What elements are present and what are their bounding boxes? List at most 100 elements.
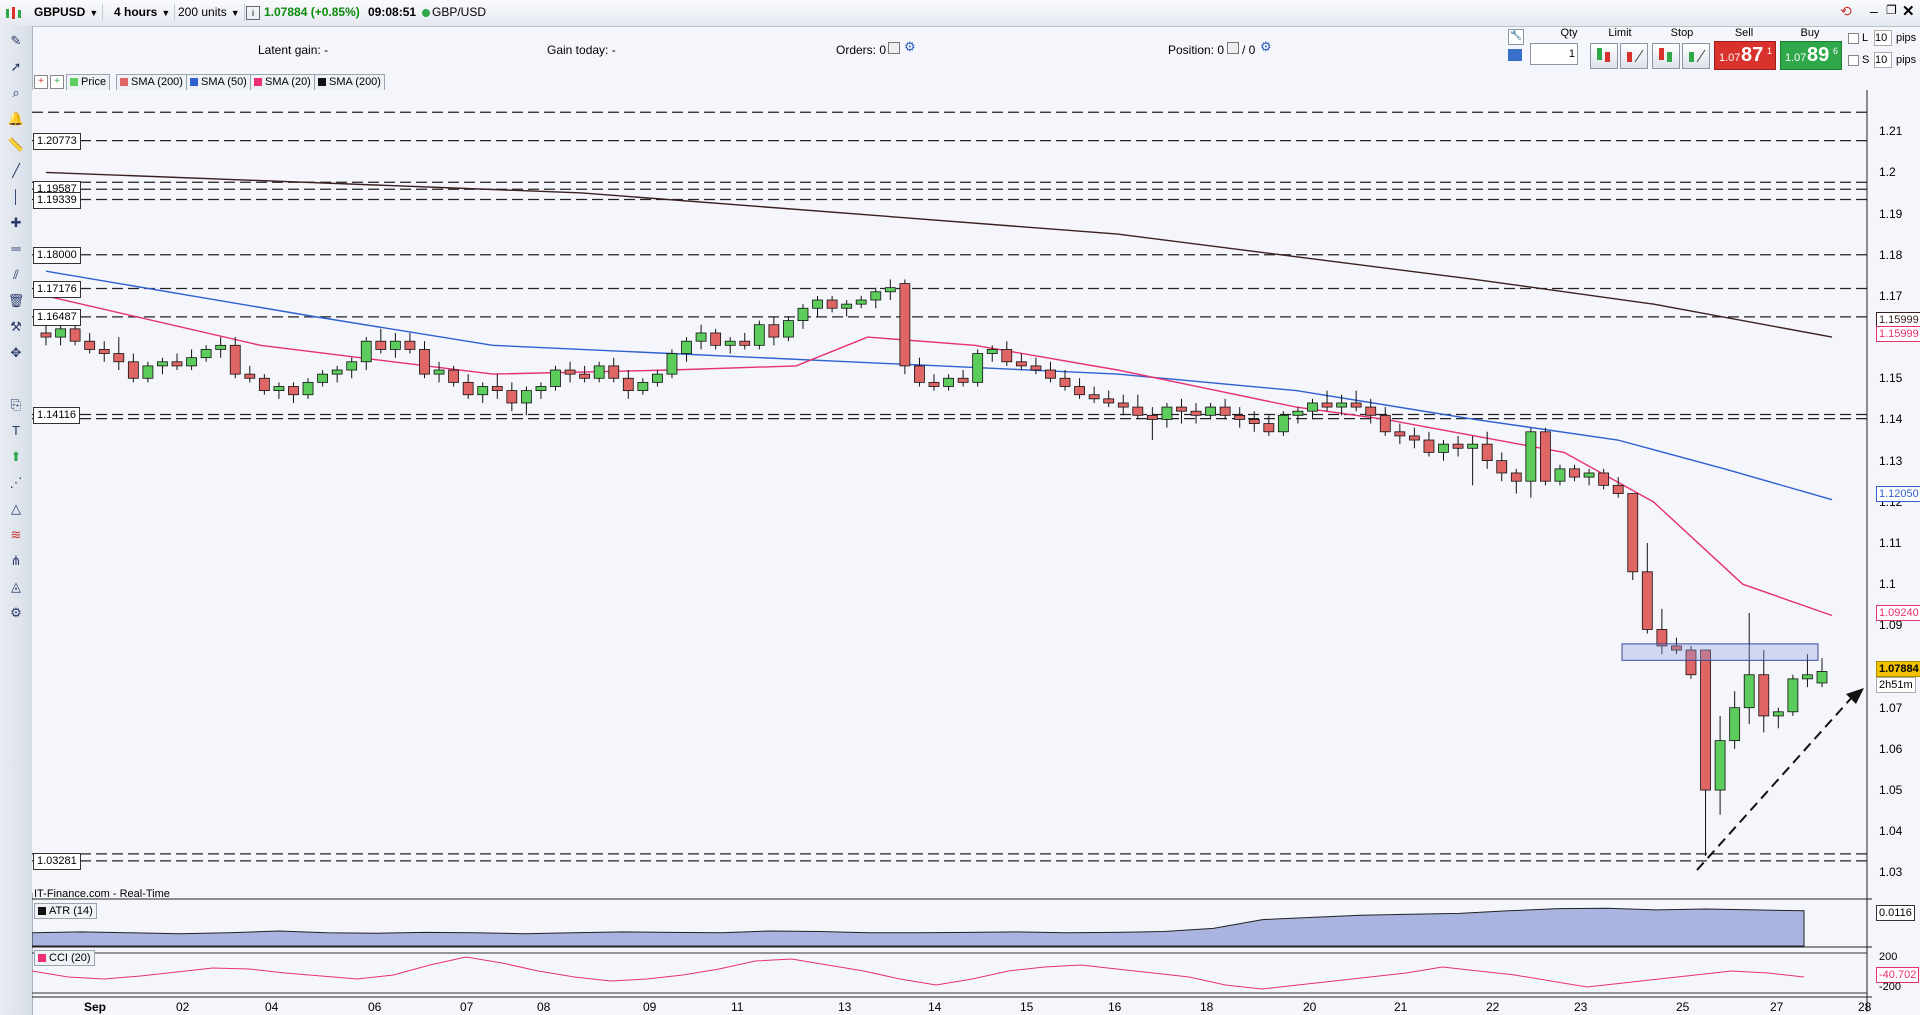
channel-icon[interactable]: ⫽ <box>6 266 26 284</box>
account-info-bar: Latent gain: - Gain today: - Orders: 0 ⚙… <box>32 27 1492 69</box>
candle <box>69 328 81 342</box>
candle <box>360 340 372 363</box>
cross-icon[interactable]: ✚ <box>6 214 26 232</box>
chevron-down-icon: ▼ <box>230 8 240 18</box>
sell-stop-button[interactable] <box>1682 43 1710 69</box>
candle <box>1569 468 1580 478</box>
trendline-icon[interactable]: ╱ <box>6 162 26 180</box>
data-source-label: IT-Finance.com - Real-Time <box>34 888 170 900</box>
candle <box>171 361 183 367</box>
legend-sma200-a[interactable]: SMA (200) <box>116 74 187 91</box>
candle <box>1452 443 1464 449</box>
price-tick-label: 1.04 <box>1879 824 1903 839</box>
candle <box>928 381 940 387</box>
zoom-icon[interactable]: ⌕ <box>6 84 26 102</box>
sma50-swatch <box>190 78 198 86</box>
candle <box>1802 674 1813 680</box>
move-icon[interactable]: ✥ <box>6 344 26 362</box>
triangle-icon[interactable]: △ <box>6 500 26 518</box>
position: Position: 0 <box>1168 43 1224 57</box>
price-pane-bg <box>32 90 1872 893</box>
buy-limit-button[interactable] <box>1590 43 1618 69</box>
candle <box>1292 410 1304 416</box>
add-study-icon[interactable]: + <box>50 75 64 89</box>
info-icon[interactable]: i <box>246 6 260 20</box>
settings-gear-icon[interactable]: ⚙ <box>6 604 26 622</box>
limit-pips-input[interactable] <box>1874 30 1892 46</box>
add-indicator-icon[interactable]: + <box>34 75 48 89</box>
wrench-icon[interactable]: 🔧 <box>1508 29 1524 45</box>
sell-limit-button[interactable] <box>1620 43 1648 69</box>
price-tick-label: 1.15 <box>1879 371 1903 386</box>
atr-legend[interactable]: ATR (14) <box>34 903 97 919</box>
sell-button[interactable]: 1.07 87 1 <box>1714 41 1776 70</box>
candle <box>186 357 197 367</box>
candle <box>389 340 401 350</box>
candle <box>1525 431 1537 482</box>
candle <box>564 369 576 375</box>
stop-checkbox[interactable] <box>1848 55 1859 66</box>
legend-sma200-b[interactable]: SMA (200) <box>314 74 385 91</box>
buy-button[interactable]: 1.07 89 6 <box>1780 41 1842 70</box>
refresh-icon[interactable]: ⟲ <box>1840 3 1852 20</box>
calculator-icon[interactable] <box>1508 49 1522 61</box>
candle <box>535 386 547 392</box>
position-list-icon[interactable] <box>1227 42 1239 54</box>
qty-input[interactable] <box>1530 43 1578 65</box>
position-settings-icon[interactable]: ⚙ <box>1260 39 1272 55</box>
candle <box>1059 377 1071 387</box>
candle <box>448 369 460 383</box>
fib-fan-icon[interactable]: ≋ <box>6 526 26 544</box>
close-icon[interactable]: ✕ <box>1902 2 1915 20</box>
orders-list-icon[interactable] <box>888 42 900 54</box>
candle <box>1088 394 1100 400</box>
gann-icon[interactable]: ◬ <box>6 578 26 596</box>
trash-icon[interactable]: 🗑 <box>6 292 26 310</box>
candle <box>1248 419 1260 424</box>
candle <box>1729 707 1741 742</box>
candle <box>1714 740 1726 791</box>
candle <box>1117 402 1129 408</box>
text-icon[interactable]: T <box>6 422 26 440</box>
candle <box>812 299 823 309</box>
sma20-top-value-badge: 1.15999 <box>1876 326 1920 342</box>
units-dropdown[interactable]: 200 units ▼ <box>174 4 245 21</box>
atr-value-badge: 0.0116 <box>1876 905 1915 921</box>
horizontal-line-icon[interactable]: ═ <box>6 240 26 258</box>
alert-bell-icon[interactable]: 🔔 <box>6 110 26 128</box>
legend-sma20[interactable]: SMA (20) <box>250 74 315 91</box>
pencil-icon[interactable]: ✎ <box>6 32 26 50</box>
buy-stop-button[interactable] <box>1652 43 1680 69</box>
pitchfork-icon[interactable]: ⋔ <box>6 552 26 570</box>
candle <box>506 390 518 404</box>
vertical-line-icon[interactable]: │ <box>6 188 26 206</box>
limit-checkbox[interactable] <box>1848 33 1859 44</box>
cci-legend[interactable]: CCI (20) <box>34 950 95 966</box>
candle <box>491 386 503 392</box>
candle <box>1423 439 1435 453</box>
arrow-up-icon[interactable]: ⬆ <box>6 448 26 466</box>
date-tick-label: 15 <box>1020 1000 1034 1014</box>
price-tick-label: 1.13 <box>1879 453 1903 468</box>
cursor-icon[interactable]: ➚ <box>6 58 26 76</box>
magnet-icon[interactable]: ⚒ <box>6 318 26 336</box>
timeframe-dropdown[interactable]: 4 hours ▼ <box>110 4 176 21</box>
restore-icon[interactable]: ❐ <box>1886 3 1897 17</box>
candle <box>273 386 285 392</box>
candle <box>1176 406 1187 412</box>
price-tick-label: 1.05 <box>1879 783 1903 798</box>
minimize-icon[interactable]: – <box>1870 3 1878 19</box>
chart-type-icon[interactable] <box>4 5 28 21</box>
ruler-icon[interactable]: 📏 <box>6 136 26 154</box>
candle <box>288 386 299 396</box>
price-tick-label: 1.2 <box>1879 165 1896 180</box>
stop-pips-input[interactable] <box>1874 52 1892 68</box>
price-chart[interactable] <box>32 90 1872 1012</box>
symbol-dropdown[interactable]: GBPUSD ▼ <box>30 4 104 21</box>
legend-price[interactable]: Price <box>66 74 111 91</box>
legend-sma50[interactable]: SMA (50) <box>186 74 251 91</box>
candle <box>1481 443 1493 462</box>
copy-icon[interactable]: ⎘ <box>6 396 26 414</box>
fibonacci-icon[interactable]: ⋰ <box>6 474 26 492</box>
orders-settings-icon[interactable]: ⚙ <box>904 39 916 55</box>
